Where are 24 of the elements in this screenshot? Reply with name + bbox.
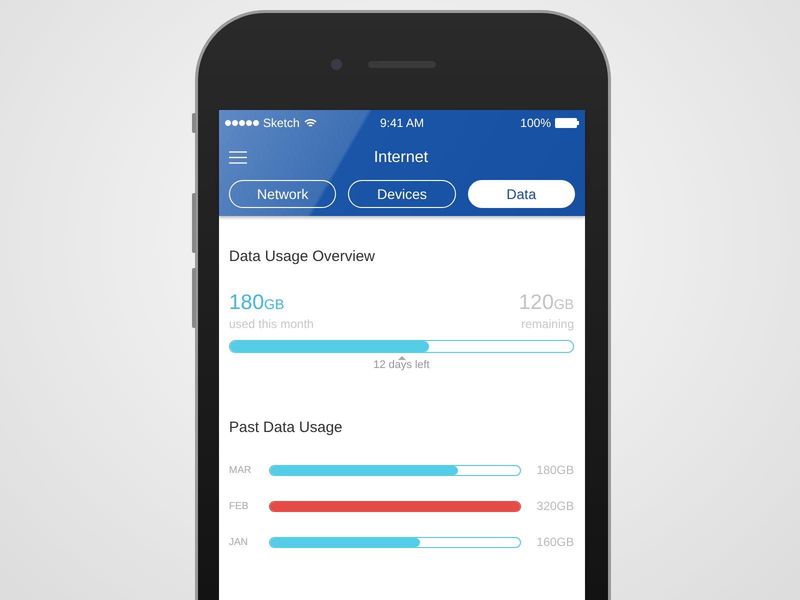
tab[interactable]: Data <box>468 180 575 208</box>
section-title: Past Data Usage <box>229 419 344 436</box>
usage-amount: 160GB <box>536 535 574 549</box>
carrier-name: Sketch <box>263 116 300 130</box>
used-amount: 180GB <box>229 291 284 315</box>
tab[interactable]: Network <box>229 180 336 208</box>
month-label: FEB <box>229 500 250 512</box>
caret-icon <box>398 356 406 360</box>
month-label: JAN <box>229 536 249 548</box>
status-time: 9:41 AM <box>380 116 424 130</box>
menu-icon[interactable] <box>229 151 247 164</box>
signal-dots-icon <box>225 120 259 126</box>
battery-percent: 100% <box>520 116 551 130</box>
month-label: MAR <box>229 464 252 476</box>
camera-icon <box>331 59 342 70</box>
usage-amount: 320GB <box>536 499 574 513</box>
section-title: Data Usage Overview <box>229 248 376 265</box>
remaining-amount: 120GB <box>518 291 574 315</box>
screen-title: Internet <box>372 148 430 166</box>
wifi-icon <box>304 118 317 128</box>
usage-amount: 180GB <box>536 463 574 477</box>
days-left-note: 12 days left <box>373 359 430 371</box>
tab[interactable]: Devices <box>348 180 456 208</box>
battery-icon <box>555 118 579 128</box>
